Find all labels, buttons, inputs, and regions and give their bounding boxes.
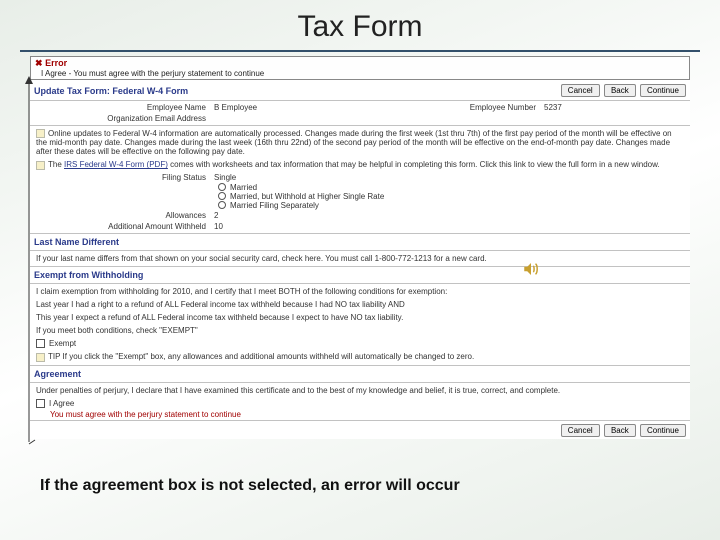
employee-name-label: Employee Name [34, 103, 214, 112]
footer-buttons: Cancel Back Continue [30, 422, 690, 439]
continue-button[interactable]: Continue [640, 84, 686, 97]
footer-back-button[interactable]: Back [604, 424, 636, 437]
radio-married-sep[interactable] [218, 201, 226, 209]
speaker-icon [522, 260, 540, 278]
slide-title: Tax Form [20, 0, 700, 52]
agree-warning: You must agree with the perjury statemen… [30, 410, 690, 419]
exempt-tip: TIP If you click the "Exempt" box, any a… [30, 350, 690, 363]
error-label: Error [45, 58, 67, 68]
exempt-checkbox[interactable] [36, 339, 45, 348]
agree-checkbox[interactable] [36, 399, 45, 408]
exempt-line4: If you meet both conditions, check "EXEM… [30, 324, 690, 337]
tip-icon [36, 353, 45, 362]
additional-value: 10 [214, 222, 686, 231]
note-icon [36, 161, 45, 170]
employee-number-value: 5237 [544, 103, 686, 112]
exempt-checkbox-label: Exempt [49, 339, 76, 348]
agreement-section-title: Agreement [30, 367, 690, 381]
radio-married-higher[interactable] [218, 192, 226, 200]
exempt-line1: I claim exemption from withholding for 2… [30, 285, 690, 298]
error-banner: ✖ Error I Agree - You must agree with th… [30, 56, 690, 80]
lastname-section-title: Last Name Different [30, 235, 690, 249]
header-buttons: Cancel Back Continue [559, 84, 686, 97]
employee-name-value: B Employee [214, 103, 356, 112]
form-title: Update Tax Form: Federal W-4 Form [34, 86, 188, 96]
error-message: I Agree - You must agree with the perjur… [35, 69, 685, 78]
lastname-text: If your last name differs from that show… [30, 252, 690, 265]
exempt-line3: This year I expect a refund of ALL Feder… [30, 311, 690, 324]
footer-cancel-button[interactable]: Cancel [561, 424, 600, 437]
exempt-section-title: Exempt from Withholding [30, 268, 690, 282]
error-icon: ✖ [35, 58, 43, 68]
employee-number-label: Employee Number [364, 103, 544, 112]
back-button[interactable]: Back [604, 84, 636, 97]
allowances-label: Allowances [34, 211, 214, 220]
exempt-line2: Last year I had a right to a refund of A… [30, 298, 690, 311]
irs-pdf-link[interactable]: IRS Federal W-4 Form (PDF) [64, 160, 168, 169]
cancel-button[interactable]: Cancel [561, 84, 600, 97]
slide-caption: If the agreement box is not selected, an… [40, 477, 460, 495]
org-email-label: Organization Email Address [34, 114, 214, 123]
footer-continue-button[interactable]: Continue [640, 424, 686, 437]
agree-checkbox-label: I Agree [49, 399, 74, 408]
note-icon [36, 129, 45, 138]
form-container: ✖ Error I Agree - You must agree with th… [30, 56, 690, 439]
radio-married[interactable] [218, 183, 226, 191]
allowances-value: 2 [214, 211, 686, 220]
agreement-text: Under penalties of perjury, I declare th… [30, 384, 690, 397]
filing-status-label: Filing Status [34, 173, 214, 182]
additional-label: Additional Amount Withheld [34, 222, 214, 231]
processing-note: Online updates to Federal W-4 informatio… [30, 127, 690, 158]
pdf-note: The IRS Federal W-4 Form (PDF) comes wit… [30, 158, 690, 171]
